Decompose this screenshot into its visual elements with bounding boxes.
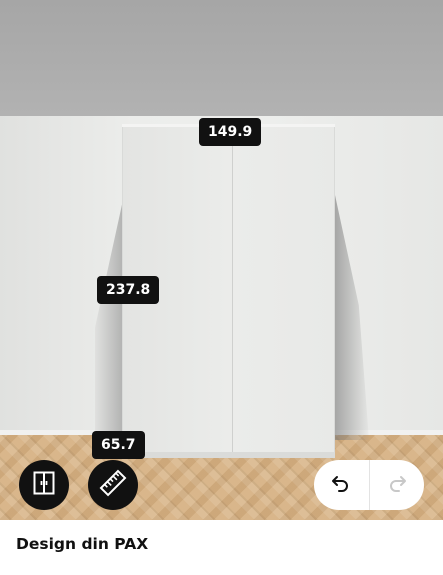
wardrobe-doors-icon (33, 471, 55, 499)
doors-view-button[interactable] (19, 460, 69, 510)
page-title: Design din PAX (16, 535, 149, 553)
measure-toggle-button[interactable] (88, 460, 138, 510)
width-measurement-label: 149.9 (199, 118, 262, 146)
ruler-icon (99, 469, 127, 501)
room-3d-viewport[interactable]: 149.9 237.8 65.7 (0, 0, 443, 520)
ceiling (0, 0, 443, 116)
redo-icon (387, 473, 407, 497)
wardrobe-plinth (122, 452, 335, 458)
depth-measurement-label: 65.7 (92, 431, 145, 459)
undo-icon (331, 473, 351, 497)
undo-button[interactable] (314, 460, 369, 510)
redo-button[interactable] (369, 460, 424, 510)
wardrobe-door-seam (232, 128, 233, 454)
undo-redo-group (314, 460, 424, 510)
height-measurement-label: 237.8 (97, 276, 160, 304)
